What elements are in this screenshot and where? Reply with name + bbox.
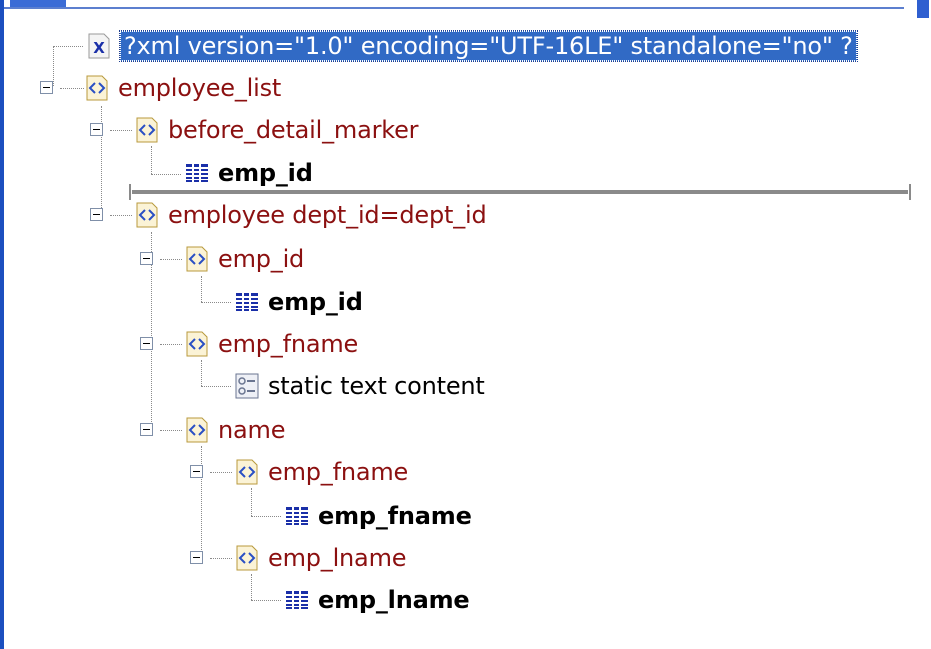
element-label: before_detail_marker: [168, 116, 419, 144]
element-label: emp_lname: [268, 544, 407, 572]
tree-node-before-detail-marker[interactable]: before_detail_marker: [134, 110, 419, 150]
tree-connector: [110, 215, 132, 216]
xml-tree-view[interactable]: X ?xml version="1.0" encoding="UTF-16LE"…: [0, 0, 931, 649]
xml-element-icon: [236, 545, 258, 571]
tree-connector: [251, 600, 281, 601]
tree-connector: [210, 558, 232, 559]
data-column-icon: [286, 507, 308, 525]
collapse-toggle-employee-list[interactable]: [40, 81, 53, 94]
tree-connector: [160, 259, 182, 260]
xml-element-icon: [136, 202, 158, 228]
tree-node-emp-id-column[interactable]: emp_id: [234, 282, 363, 322]
collapse-toggle-emp-fname[interactable]: [140, 337, 153, 350]
data-column-icon: [236, 293, 258, 311]
tree-connector: [251, 516, 281, 517]
tree-connector: [201, 386, 231, 387]
column-label: emp_id: [218, 159, 313, 187]
tree-node-static-text[interactable]: static text content: [234, 366, 485, 406]
detail-divider: [129, 184, 911, 200]
element-label: employee dept_id=dept_id: [168, 201, 487, 229]
tree-node-emp-fname[interactable]: emp_fname: [184, 324, 358, 364]
tree-connector: [60, 88, 84, 89]
xml-declaration-label: ?xml version="1.0" encoding="UTF-16LE" s…: [119, 30, 858, 62]
tree-node-employee[interactable]: employee dept_id=dept_id: [134, 195, 487, 235]
tree-node-xml-declaration[interactable]: X ?xml version="1.0" encoding="UTF-16LE"…: [86, 26, 858, 66]
tree-connector: [201, 446, 202, 558]
tree-node-name-emp-lname-column[interactable]: emp_lname: [284, 580, 470, 620]
collapse-toggle-employee[interactable]: [90, 208, 103, 221]
element-label: employee_list: [118, 74, 282, 102]
static-text-label: static text content: [268, 372, 485, 400]
tree-node-name-emp-fname-column[interactable]: emp_fname: [284, 496, 472, 536]
tree-node-name-emp-fname[interactable]: emp_fname: [234, 452, 408, 492]
tree-connector: [53, 46, 54, 86]
tree-node-before-detail-emp-id[interactable]: emp_id: [184, 153, 313, 193]
xml-element-icon: [136, 117, 158, 143]
element-label: name: [218, 416, 286, 444]
element-label: emp_id: [218, 245, 305, 273]
tree-connector: [201, 276, 202, 302]
tree-connector: [210, 472, 232, 473]
tree-connector: [110, 130, 132, 131]
svg-text:X: X: [93, 39, 105, 57]
collapse-toggle-emp-id[interactable]: [140, 252, 153, 265]
tree-connector: [53, 46, 83, 47]
tree-connector: [251, 488, 252, 516]
tree-connector: [201, 302, 231, 303]
element-label: emp_fname: [268, 458, 409, 486]
collapse-toggle-name[interactable]: [140, 423, 153, 436]
xml-element-icon: [86, 75, 108, 101]
data-column-icon: [186, 164, 208, 182]
data-column-icon: [286, 591, 308, 609]
collapse-toggle-name-emp-lname[interactable]: [190, 551, 203, 564]
static-text-icon: [235, 373, 259, 399]
column-label: emp_lname: [318, 586, 470, 614]
xml-element-icon: [186, 417, 208, 443]
xml-element-icon: [186, 331, 208, 357]
tree-node-emp-id[interactable]: emp_id: [184, 239, 304, 279]
collapse-toggle-before-detail-marker[interactable]: [90, 123, 103, 136]
tree-connector: [160, 344, 182, 345]
xml-element-icon: [236, 459, 258, 485]
column-label: emp_fname: [318, 502, 472, 530]
tree-node-employee-list[interactable]: employee_list: [84, 68, 281, 108]
collapse-toggle-name-emp-fname[interactable]: [190, 465, 203, 478]
column-label: emp_id: [268, 288, 363, 316]
element-label: emp_fname: [218, 330, 359, 358]
tree-node-name[interactable]: name: [184, 410, 285, 450]
xml-element-icon: [186, 246, 208, 272]
tree-node-name-emp-lname[interactable]: emp_lname: [234, 538, 407, 578]
xml-declaration-icon: X: [88, 33, 110, 59]
tree-connector: [151, 146, 152, 174]
tree-connector: [151, 174, 181, 175]
tree-connector: [160, 430, 182, 431]
